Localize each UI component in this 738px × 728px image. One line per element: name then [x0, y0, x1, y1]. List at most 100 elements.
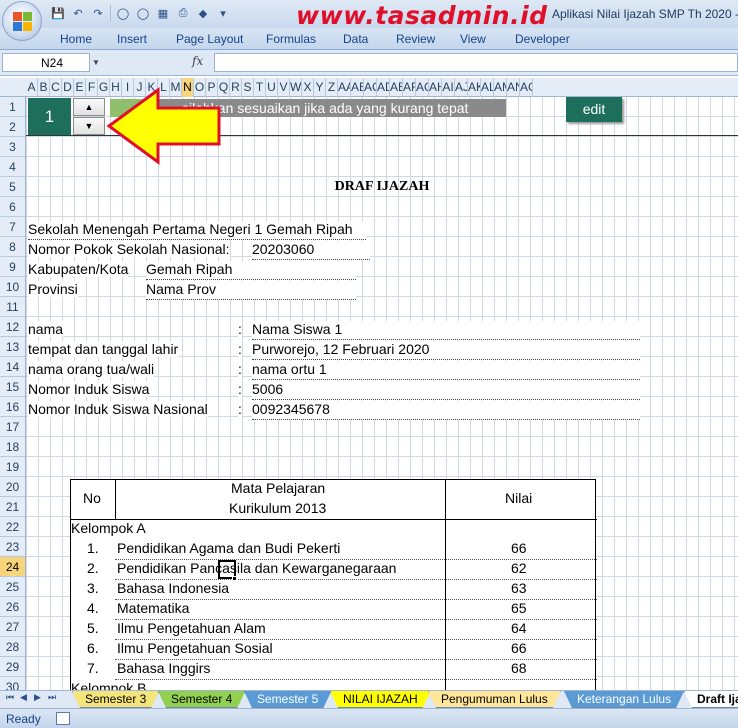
tab-insert[interactable]: Insert	[117, 32, 147, 46]
fx-icon[interactable]: fx	[192, 54, 203, 68]
column-header[interactable]: AF	[403, 78, 416, 97]
row-header[interactable]: 18	[0, 437, 25, 457]
column-header[interactable]: AC	[364, 78, 377, 97]
row-header[interactable]: 11	[0, 297, 25, 317]
column-header[interactable]: Y	[314, 78, 326, 97]
row-header[interactable]: 7	[0, 217, 25, 237]
row-header[interactable]: 9	[0, 257, 25, 277]
sheet-tab[interactable]: Semester 4	[158, 691, 245, 708]
sheet-tab[interactable]: Semester 5	[244, 691, 331, 708]
next-sheet-icon[interactable]: ▶	[34, 693, 41, 703]
circle-icon[interactable]: ◯	[135, 5, 151, 21]
column-header[interactable]: AI	[442, 78, 455, 97]
row-header[interactable]: 30	[0, 677, 25, 690]
row-header[interactable]: 24	[0, 557, 25, 577]
table-icon[interactable]: ▦	[155, 5, 171, 21]
row-header[interactable]: 13	[0, 337, 25, 357]
fill-handle[interactable]	[232, 576, 237, 581]
row-header[interactable]: 10	[0, 277, 25, 297]
redo-icon[interactable]: ↷	[90, 5, 106, 21]
row-header[interactable]: 16	[0, 397, 25, 417]
edit-button[interactable]: edit	[566, 97, 622, 122]
undo-icon[interactable]: ↶	[70, 5, 86, 21]
chevron-down-icon[interactable]: ▼	[92, 58, 100, 67]
macro-record-icon[interactable]	[56, 712, 70, 725]
row-header[interactable]: 3	[0, 137, 25, 157]
sheet-tab[interactable]: Semester 3	[72, 691, 159, 708]
row-header[interactable]: 1	[0, 97, 25, 117]
row-header[interactable]: 28	[0, 637, 25, 657]
fill-icon[interactable]: ◆	[195, 5, 211, 21]
tab-review[interactable]: Review	[396, 32, 435, 46]
row-header[interactable]: 6	[0, 197, 25, 217]
prev-sheet-icon[interactable]: ◀	[20, 693, 27, 703]
column-header[interactable]: E	[74, 78, 86, 97]
column-header[interactable]: AB	[351, 78, 364, 97]
column-header[interactable]: C	[50, 78, 62, 97]
last-sheet-icon[interactable]: ⏭	[48, 693, 56, 703]
column-header[interactable]: AH	[429, 78, 442, 97]
tab-formulas[interactable]: Formulas	[266, 32, 316, 46]
row-header[interactable]: 4	[0, 157, 25, 177]
sheet-tab[interactable]: NILAI IJAZAH	[330, 691, 431, 708]
column-header[interactable]: T	[254, 78, 266, 97]
column-header[interactable]: AE	[390, 78, 403, 97]
row-header[interactable]: 23	[0, 537, 25, 557]
column-header[interactable]: R	[230, 78, 242, 97]
chevron-down-icon[interactable]: ▾	[215, 5, 231, 21]
row-header[interactable]: 21	[0, 497, 25, 517]
row-header[interactable]: 25	[0, 577, 25, 597]
sheet-tab[interactable]: Pengumuman Lulus	[428, 691, 561, 708]
spin-button[interactable]: ▲ ▼	[73, 98, 105, 135]
row-header[interactable]: 26	[0, 597, 25, 617]
worksheet[interactable]: 1 ▲ ▼ silahkan sesuaikan jika ada yang k…	[26, 97, 738, 690]
column-header[interactable]: B	[38, 78, 50, 97]
tab-page-layout[interactable]: Page Layout	[176, 32, 243, 46]
tab-home[interactable]: Home	[60, 32, 92, 46]
column-header[interactable]: F	[86, 78, 98, 97]
column-header[interactable]: Z	[326, 78, 338, 97]
office-button[interactable]	[2, 1, 42, 41]
row-header[interactable]: 17	[0, 417, 25, 437]
column-header[interactable]: AL	[481, 78, 494, 97]
tab-developer[interactable]: Developer	[515, 32, 570, 46]
column-header[interactable]: A	[26, 78, 38, 97]
print-icon[interactable]: ⎙	[175, 5, 191, 21]
column-header[interactable]: U	[266, 78, 278, 97]
column-header[interactable]: AG	[416, 78, 429, 97]
tab-view[interactable]: View	[460, 32, 486, 46]
column-header[interactable]: D	[62, 78, 74, 97]
formula-input[interactable]	[214, 53, 738, 72]
tab-data[interactable]: Data	[343, 32, 368, 46]
row-header[interactable]: 29	[0, 657, 25, 677]
first-sheet-icon[interactable]: ⏮	[6, 693, 14, 703]
column-header[interactable]: W	[290, 78, 302, 97]
row-header[interactable]: 15	[0, 377, 25, 397]
sheet-tab[interactable]: Draft Ijazah	[684, 691, 738, 708]
column-header[interactable]: AC	[520, 78, 533, 97]
circle-icon[interactable]: ◯	[115, 5, 131, 21]
spin-up-button[interactable]: ▲	[73, 98, 105, 116]
row-header[interactable]: 12	[0, 317, 25, 337]
column-header[interactable]: S	[242, 78, 254, 97]
column-header[interactable]: X	[302, 78, 314, 97]
column-header[interactable]: V	[278, 78, 290, 97]
sheet-tab[interactable]: Keterangan Lulus	[564, 691, 684, 708]
save-icon[interactable]: 💾	[50, 5, 66, 21]
column-header[interactable]: AN	[507, 78, 520, 97]
student-number-box[interactable]: 1	[28, 98, 71, 135]
column-header[interactable]: AJ	[455, 78, 468, 97]
spin-down-button[interactable]: ▼	[73, 117, 105, 135]
row-header[interactable]: 2	[0, 117, 25, 137]
column-header[interactable]: AA	[338, 78, 351, 97]
name-box[interactable]: N24	[2, 53, 90, 72]
column-header[interactable]: AD	[377, 78, 390, 97]
row-header[interactable]: 14	[0, 357, 25, 377]
row-header[interactable]: 8	[0, 237, 25, 257]
row-header[interactable]: 22	[0, 517, 25, 537]
row-header[interactable]: 20	[0, 477, 25, 497]
row-header[interactable]: 5	[0, 177, 25, 197]
column-header[interactable]: AM	[494, 78, 507, 97]
column-header[interactable]: AK	[468, 78, 481, 97]
row-header[interactable]: 27	[0, 617, 25, 637]
